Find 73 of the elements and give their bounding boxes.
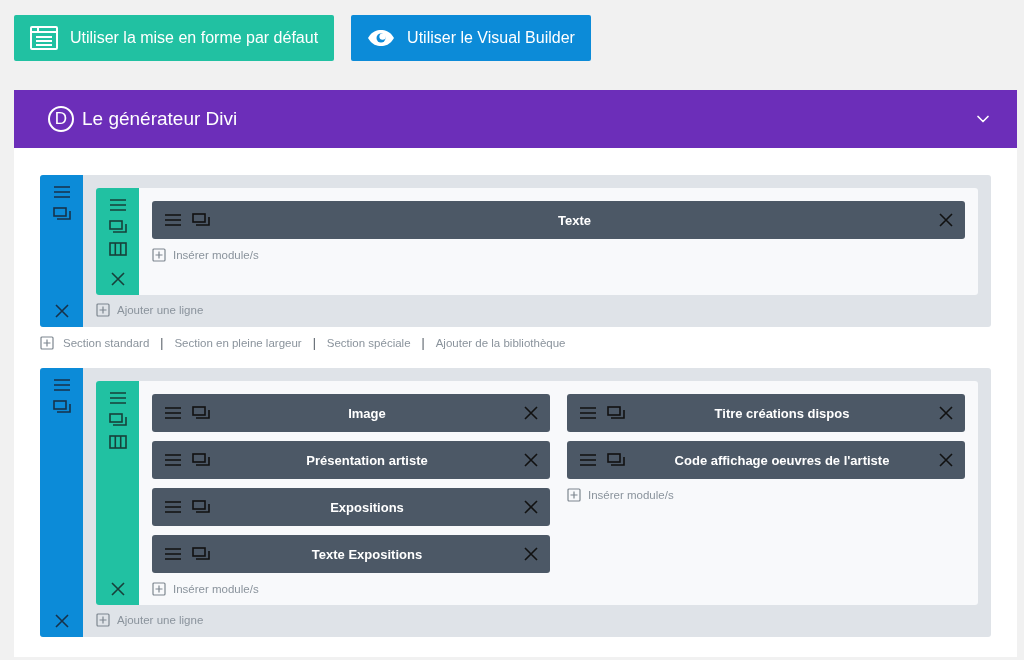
close-icon[interactable] [524,500,538,514]
add-section-link[interactable]: Section spéciale [326,337,411,349]
plus-square-icon [152,248,166,262]
duplicate-icon[interactable] [52,207,71,221]
columns-icon[interactable] [108,242,127,256]
menu-icon[interactable] [164,500,182,514]
plus-square-icon [96,303,110,317]
plus-square-icon [40,336,54,350]
menu-icon[interactable] [579,406,597,420]
separator: | [420,336,426,350]
menu-icon[interactable] [164,547,182,561]
add-section-link[interactable]: Section en pleine largeur [174,337,302,349]
duplicate-icon[interactable] [192,547,210,561]
close-icon[interactable] [524,406,538,420]
module-name: Code affichage oeuvres de l'artiste [673,452,891,468]
module-name: Texte [557,212,592,228]
duplicate-icon[interactable] [108,413,127,427]
close-icon[interactable] [524,453,538,467]
duplicate-icon[interactable] [607,406,625,420]
close-icon[interactable] [939,406,953,420]
close-icon[interactable] [524,547,538,561]
module-bar[interactable]: Texte Expositions [152,535,550,573]
duplicate-icon[interactable] [192,406,210,420]
module-name: Titre créations dispos [713,405,851,421]
duplicate-icon[interactable] [108,220,127,234]
builder-mode-button[interactable]: Utiliser le Visual Builder [351,15,591,61]
insert-module-link[interactable]: Insérer module/s [567,488,674,502]
duplicate-icon[interactable] [192,213,210,227]
module-bar[interactable]: Code affichage oeuvres de l'artiste [567,441,965,479]
separator: | [159,336,165,350]
close-icon[interactable] [939,453,953,467]
layout-icon [30,26,58,50]
duplicate-icon[interactable] [52,400,71,414]
menu-icon[interactable] [108,391,127,405]
close-icon[interactable] [110,272,125,286]
module-bar[interactable]: Expositions [152,488,550,526]
close-icon[interactable] [110,582,125,596]
menu-icon[interactable] [164,213,182,227]
insert-module-link[interactable]: Insérer module/s [152,248,259,262]
add-section-link[interactable]: Ajouter de la bibliothèque [435,337,566,349]
close-icon[interactable] [939,213,953,227]
module-name: Présentation artiste [305,452,429,468]
add-section-link[interactable]: Section standard [63,337,150,349]
close-icon[interactable] [54,614,69,628]
menu-icon[interactable] [164,406,182,420]
module-bar[interactable]: Présentation artiste [152,441,550,479]
insert-module-link[interactable]: Insérer module/s [152,582,259,596]
menu-icon[interactable] [52,378,71,392]
duplicate-icon[interactable] [192,453,210,467]
separator: | [311,336,317,350]
builder-mode-button[interactable]: Utiliser la mise en forme par défaut [14,15,335,61]
plus-square-icon [152,582,166,596]
add-row-link[interactable]: Ajouter une ligne [96,613,204,627]
module-bar[interactable]: Image [152,394,550,432]
plus-square-icon [567,488,581,502]
module-bar[interactable]: Titre créations dispos [567,394,965,432]
module-name: Image [347,405,387,421]
logo: D [48,106,74,132]
menu-icon[interactable] [164,453,182,467]
duplicate-icon[interactable] [607,453,625,467]
eye-icon [367,29,396,47]
module-name: Expositions [329,499,405,515]
close-icon[interactable] [54,304,69,318]
module-bar[interactable]: Texte [152,201,965,239]
columns-icon[interactable] [108,435,127,449]
builder-title: Le générateur Divi [82,108,239,130]
plus-square-icon [96,613,110,627]
module-name: Texte Expositions [310,546,424,562]
add-row-link[interactable]: Ajouter une ligne [96,303,204,317]
menu-icon[interactable] [108,198,127,212]
menu-icon[interactable] [52,185,71,199]
duplicate-icon[interactable] [192,500,210,514]
menu-icon[interactable] [579,453,597,467]
